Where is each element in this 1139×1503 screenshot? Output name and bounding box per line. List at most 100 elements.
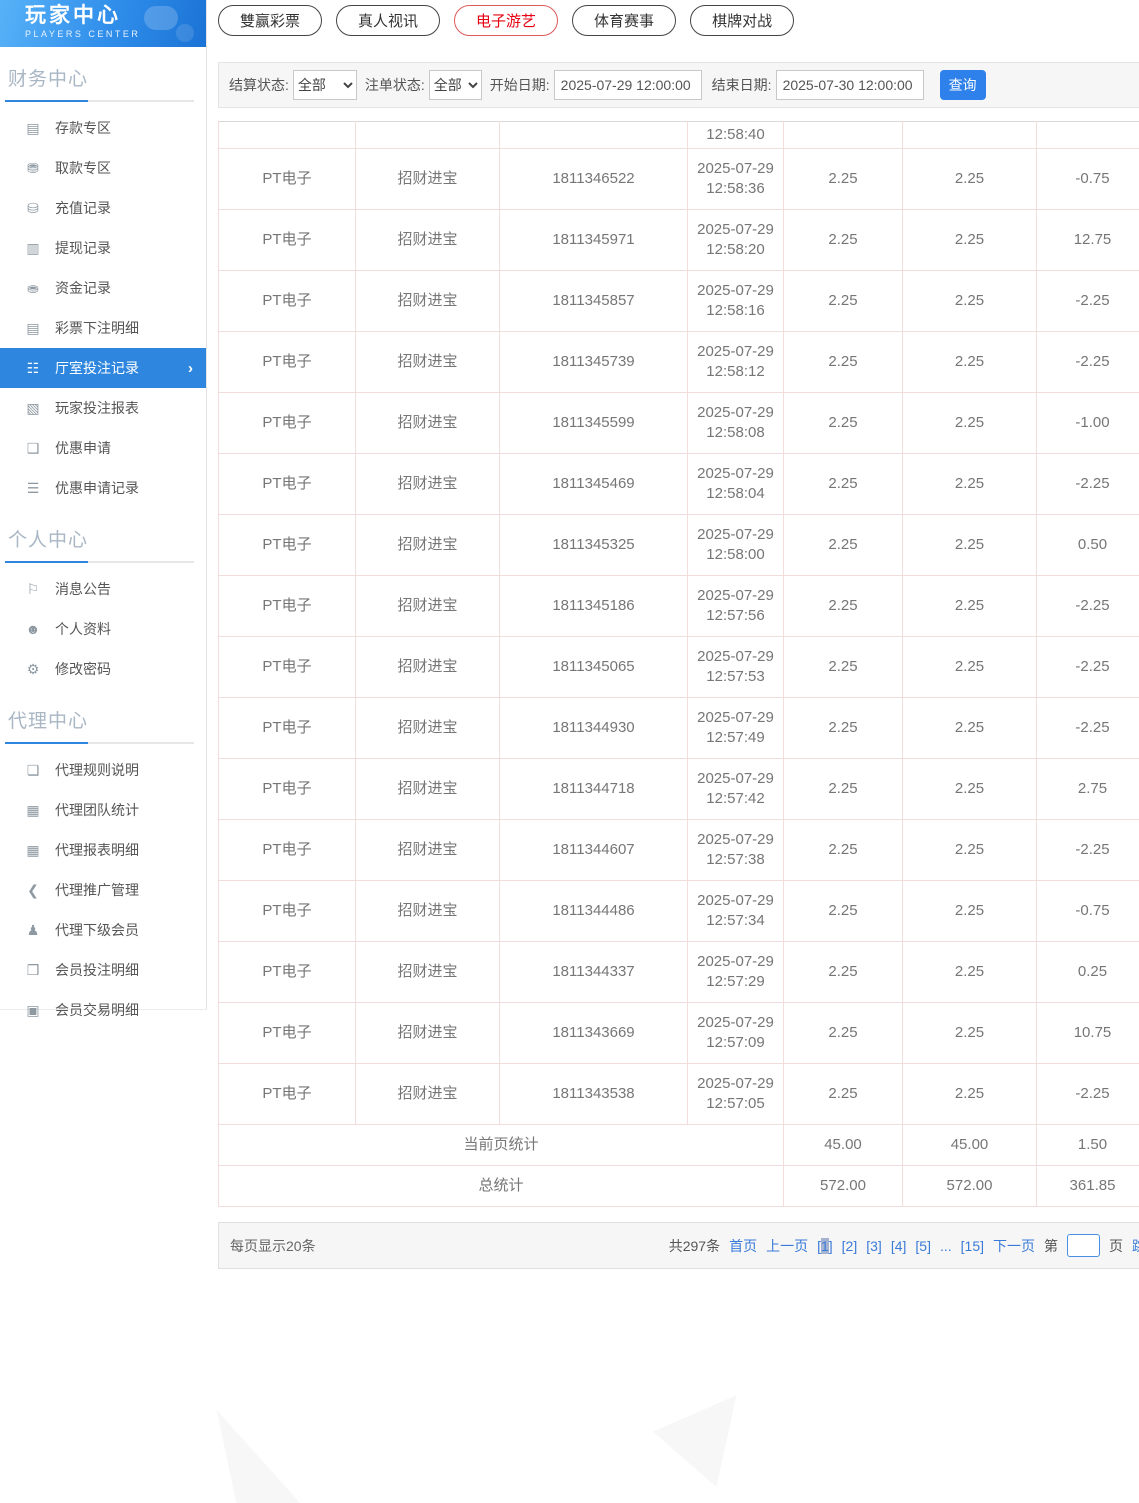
table-cell: 招财进宝 bbox=[355, 331, 500, 393]
sidebar-item-agent-rules[interactable]: ❏ 代理规则说明 bbox=[0, 750, 206, 790]
table-cell: 2.25 bbox=[783, 758, 903, 820]
sidebar-item-label: 消息公告 bbox=[55, 581, 111, 597]
table-row: PT电子 招财进宝 1811345065 2025-07-29 12:57:53 2.2… bbox=[218, 636, 1139, 698]
table-cell bbox=[218, 121, 356, 149]
table-cell: 招财进宝 bbox=[355, 1063, 500, 1125]
table-cell: 招财进宝 bbox=[355, 270, 500, 332]
table-row: PT电子 招财进宝 1811345325 2025-07-29 12:58:00 2.2… bbox=[218, 514, 1139, 576]
table-cell: 2.25 bbox=[783, 331, 903, 393]
order-status-select[interactable]: 全部 bbox=[428, 70, 482, 100]
sidebar-item-agent-share[interactable]: ❮ 代理推广管理 bbox=[0, 870, 206, 910]
table-cell: 2025-07-29 12:57:05 bbox=[687, 1063, 784, 1125]
profile-icon: ☻ bbox=[25, 621, 41, 637]
table-cell: 2.25 bbox=[783, 1063, 903, 1125]
page-number: 1 bbox=[820, 1237, 829, 1254]
start-date-input[interactable] bbox=[553, 70, 702, 100]
agent-rules-icon: ❏ bbox=[26, 761, 40, 778]
sidebar-item-recharge-record[interactable]: ⛁ 充值记录 bbox=[0, 188, 206, 228]
table-cell: 1811343669 bbox=[499, 1002, 688, 1064]
table-row: PT电子 招财进宝 1811345857 2025-07-29 12:58:16 2.2… bbox=[218, 270, 1139, 332]
sidebar-item-label: 个人资料 bbox=[55, 621, 111, 637]
page-number-link[interactable]: [4] bbox=[891, 1238, 907, 1254]
tab-电子游艺[interactable]: 电子游艺 bbox=[454, 5, 559, 36]
sidebar-item-hall-bet-record[interactable]: ☷ 厅室投注记录 › bbox=[0, 348, 206, 388]
tab-体育赛事[interactable]: 体育赛事 bbox=[572, 5, 677, 36]
sidebar-item-label: 玩家投注报表 bbox=[55, 400, 139, 416]
jump-prefix-label: 第 bbox=[1044, 1237, 1058, 1254]
prev-page-link[interactable]: 上一页 bbox=[766, 1236, 808, 1256]
table-cell: 2.25 bbox=[783, 575, 903, 637]
sidebar-item-agent-report-detail[interactable]: ▦ 代理报表明细 bbox=[0, 830, 206, 870]
table-cell: 2.25 bbox=[902, 1063, 1037, 1125]
tab-真人视讯[interactable]: 真人视讯 bbox=[336, 5, 441, 36]
chevron-right-icon: › bbox=[188, 359, 193, 377]
table-cell: 招财进宝 bbox=[355, 148, 500, 210]
sidebar-item-label: 会员投注明细 bbox=[55, 962, 139, 978]
table-cell: PT电子 bbox=[218, 392, 356, 454]
table-row: PT电子 招财进宝 1811344337 2025-07-29 12:57:29 2.2… bbox=[218, 941, 1139, 1003]
sidebar-item-bell[interactable]: ⚐ 消息公告 bbox=[0, 569, 206, 609]
table-cell: 2.25 bbox=[783, 514, 903, 576]
page-stats-value: 1.50 bbox=[1036, 1124, 1139, 1166]
table-cell: 2.25 bbox=[902, 514, 1037, 576]
sidebar-item-funds-record[interactable]: ⛂ 资金记录 bbox=[0, 268, 206, 308]
page-stats-value: 45.00 bbox=[902, 1124, 1037, 1166]
table-row: PT电子 招财进宝 1811344486 2025-07-29 12:57:34 2.2… bbox=[218, 880, 1139, 942]
table-cell bbox=[783, 121, 903, 149]
sidebar-item-label: 厅室投注记录 bbox=[55, 360, 139, 376]
table-cell: -2.25 bbox=[1036, 819, 1139, 881]
page-number-link[interactable]: [2] bbox=[842, 1238, 858, 1254]
sidebar-item-label: 彩票下注明细 bbox=[55, 320, 139, 336]
sidebar-item-promo-apply-record[interactable]: ☰ 优惠申请记录 bbox=[0, 468, 206, 508]
category-tabs: 雙赢彩票 真人视讯 电子游艺 体育赛事 棋牌对战 bbox=[218, 5, 1139, 36]
table-cell: 2025-07-29 12:57:42 bbox=[687, 758, 784, 820]
page-number-link[interactable]: [1] bbox=[817, 1237, 833, 1254]
sidebar-item-member-transaction-detail[interactable]: ▣ 会员交易明细 bbox=[0, 990, 206, 1030]
table-row: PT电子 招财进宝 1811345971 2025-07-29 12:58:20 2.2… bbox=[218, 209, 1139, 271]
settle-status-select[interactable]: 全部 bbox=[292, 70, 357, 100]
search-button[interactable]: 查询 bbox=[939, 70, 986, 100]
sidebar-item-promo-apply[interactable]: ❑ 优惠申请 bbox=[0, 428, 206, 468]
table-cell: 2025-07-29 12:57:38 bbox=[687, 819, 784, 881]
sidebar-item-deposit[interactable]: ▤ 存款专区 bbox=[0, 108, 206, 148]
player-bet-report-icon: ▧ bbox=[26, 399, 40, 416]
sidebar-item-gear[interactable]: ⚙ 修改密码 bbox=[0, 649, 206, 689]
sidebar-item-label: 取款专区 bbox=[55, 160, 111, 176]
table-cell: 12.75 bbox=[1036, 209, 1139, 271]
section-underline bbox=[5, 100, 194, 102]
agent-team-stats-icon: ▦ bbox=[26, 801, 40, 818]
table-cell: 1811344337 bbox=[499, 941, 688, 1003]
table-cell: -1.00 bbox=[1036, 392, 1139, 454]
sidebar-item-agent-team-stats[interactable]: ▦ 代理团队统计 bbox=[0, 790, 206, 830]
table-cell: 2025-07-29 12:57:49 bbox=[687, 697, 784, 759]
next-page-link[interactable]: 下一页 bbox=[993, 1236, 1035, 1256]
sidebar-item-agent-members[interactable]: ♟ 代理下级会员 bbox=[0, 910, 206, 950]
table-cell: 0.25 bbox=[1036, 941, 1139, 1003]
tab-棋牌对战[interactable]: 棋牌对战 bbox=[690, 5, 795, 36]
table-cell: 2.25 bbox=[902, 941, 1037, 1003]
table-cell bbox=[499, 121, 688, 149]
end-date-input[interactable] bbox=[775, 70, 924, 100]
last-page-number-link[interactable]: [15] bbox=[961, 1238, 984, 1254]
sidebar-item-profile[interactable]: ☻ 个人资料 bbox=[0, 609, 206, 649]
sidebar-item-member-bet-detail[interactable]: ❒ 会员投注明细 bbox=[0, 950, 206, 990]
table-cell: 2.25 bbox=[783, 1002, 903, 1064]
table-cell bbox=[1036, 121, 1139, 149]
tab-雙赢彩票[interactable]: 雙赢彩票 bbox=[218, 5, 323, 36]
first-page-link[interactable]: 首页 bbox=[729, 1236, 757, 1256]
page-number-link[interactable]: [5] bbox=[915, 1238, 931, 1254]
table-cell: 2.25 bbox=[783, 148, 903, 210]
table-cell: 2.25 bbox=[902, 209, 1037, 271]
sidebar-item-lottery-bet-detail[interactable]: ▤ 彩票下注明细 bbox=[0, 308, 206, 348]
table-cell: 2.25 bbox=[902, 880, 1037, 942]
page-jump-input[interactable] bbox=[1067, 1234, 1100, 1257]
table-cell: 2.25 bbox=[902, 331, 1037, 393]
sidebar-item-withdraw[interactable]: ⛃ 取款专区 bbox=[0, 148, 206, 188]
sidebar-item-player-bet-report[interactable]: ▧ 玩家投注报表 bbox=[0, 388, 206, 428]
sidebar-item-label: 资金记录 bbox=[55, 280, 111, 296]
table-cell: PT电子 bbox=[218, 575, 356, 637]
jump-go-link[interactable]: 跳 bbox=[1132, 1236, 1139, 1256]
page-number-link[interactable]: [3] bbox=[866, 1238, 882, 1254]
table-cell: 2.25 bbox=[783, 392, 903, 454]
sidebar-item-withdrawal-record[interactable]: ▥ 提现记录 bbox=[0, 228, 206, 268]
